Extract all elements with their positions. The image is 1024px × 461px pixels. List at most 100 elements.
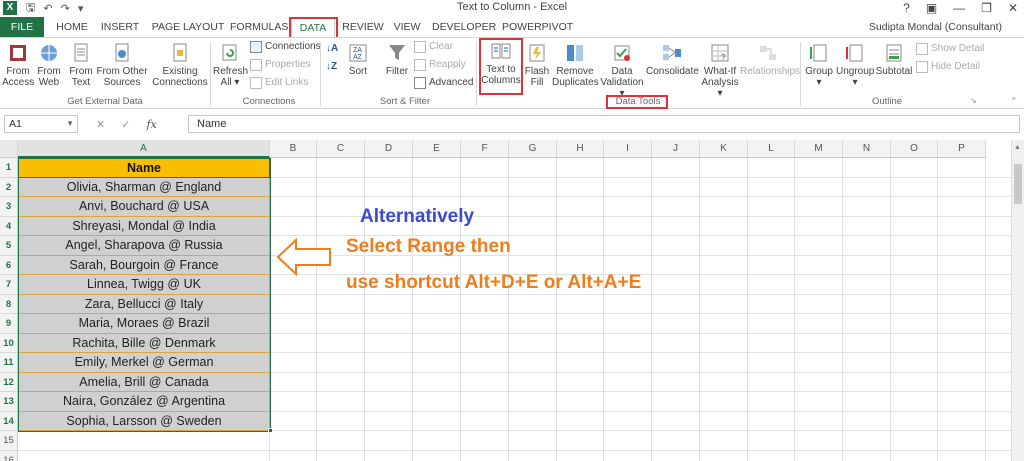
cell-a7[interactable]: Linnea, Twigg @ UK — [18, 275, 270, 295]
name-box-dropdown-icon[interactable]: ▼ — [66, 116, 74, 132]
filter-button[interactable]: Filter — [382, 42, 412, 77]
row-header-8[interactable]: 8 — [0, 294, 18, 314]
cell-a2[interactable]: Olivia, Sharman @ England — [18, 177, 270, 197]
formula-input[interactable]: Name — [188, 115, 1020, 133]
select-all-corner[interactable] — [0, 140, 18, 158]
column-header-e[interactable]: E — [413, 140, 461, 158]
row-header-15[interactable]: 15 — [0, 431, 18, 451]
row-header-7[interactable]: 7 — [0, 275, 18, 295]
confirm-entry-icon[interactable]: ✓ — [121, 118, 130, 131]
cell-a12[interactable]: Amelia, Brill @ Canada — [18, 372, 270, 392]
subtotal-button[interactable]: Subtotal — [874, 42, 914, 77]
insert-function-icon[interactable]: fx — [146, 118, 156, 131]
cell-a10[interactable]: Rachita, Bille @ Denmark — [18, 333, 270, 353]
tab-file[interactable]: FILE — [0, 17, 44, 37]
connections-button[interactable]: Connections — [250, 40, 321, 54]
column-header-c[interactable]: C — [317, 140, 365, 158]
clear-button[interactable]: Clear — [414, 40, 453, 54]
column-header-n[interactable]: N — [843, 140, 891, 158]
collapse-ribbon-icon[interactable]: ⌃ — [1010, 96, 1018, 107]
row-header-9[interactable]: 9 — [0, 314, 18, 334]
refresh-all-button[interactable]: Refresh All ▾ — [213, 42, 248, 88]
cell-a8[interactable]: Zara, Bellucci @ Italy — [18, 294, 270, 314]
vertical-scrollbar[interactable]: ▲ — [1011, 140, 1024, 461]
reapply-button[interactable]: Reapply — [414, 58, 466, 72]
row-header-1[interactable]: 1 — [0, 158, 18, 178]
cell-a9[interactable]: Maria, Moraes @ Brazil — [18, 314, 270, 334]
data-validation-button[interactable]: Data Validation ▾ — [600, 42, 644, 99]
column-header-g[interactable]: G — [509, 140, 557, 158]
row-header-12[interactable]: 12 — [0, 372, 18, 392]
sort-za-button[interactable]: ↓Z — [326, 60, 337, 74]
sort-az-button[interactable]: ↓A — [326, 42, 338, 56]
cancel-entry-icon[interactable]: ✕ — [96, 118, 105, 131]
tab-formulas[interactable]: FORMULAS — [230, 17, 288, 37]
scroll-up-icon[interactable]: ▲ — [1014, 144, 1021, 151]
tab-insert[interactable]: INSERT — [98, 17, 142, 37]
row-header-3[interactable]: 3 — [0, 197, 18, 217]
row-header-13[interactable]: 13 — [0, 392, 18, 412]
row-header-10[interactable]: 10 — [0, 333, 18, 353]
group-button[interactable]: Group ▾ — [804, 42, 834, 88]
tab-powerpivot[interactable]: POWERPIVOT — [502, 17, 573, 37]
cell-a3[interactable]: Anvi, Bouchard @ USA — [18, 197, 270, 217]
show-detail-button[interactable]: Show Detail — [916, 42, 984, 56]
fill-handle[interactable] — [268, 428, 273, 433]
column-header-j[interactable]: J — [652, 140, 700, 158]
column-header-i[interactable]: I — [604, 140, 652, 158]
row-header-16[interactable]: 16 — [0, 450, 18, 461]
column-header-h[interactable]: H — [557, 140, 604, 158]
from-access-button[interactable]: From Access — [2, 42, 34, 88]
user-account[interactable]: Sudipta Mondal (Consultant) — [869, 17, 1002, 37]
row-header-11[interactable]: 11 — [0, 353, 18, 373]
tab-view[interactable]: VIEW — [390, 17, 424, 37]
column-header-l[interactable]: L — [748, 140, 795, 158]
cell-a11[interactable]: Emily, Merkel @ German — [18, 353, 270, 373]
properties-button[interactable]: Properties — [250, 58, 311, 72]
existing-connections-button[interactable]: Existing Connections — [152, 42, 208, 88]
ribbon-display-icon[interactable]: ▣ — [926, 1, 937, 15]
tab-review[interactable]: REVIEW — [342, 17, 384, 37]
header-cell-name[interactable]: Name — [18, 158, 270, 178]
hide-detail-button[interactable]: Hide Detail — [916, 60, 980, 74]
column-header-k[interactable]: K — [700, 140, 748, 158]
what-if-analysis-button[interactable]: ? What-If Analysis ▾ — [700, 42, 740, 99]
from-other-sources-button[interactable]: From Other Sources — [96, 42, 148, 88]
from-text-button[interactable]: From Text — [66, 42, 96, 88]
worksheet-grid[interactable]: A B C D E F G H I J K L M N O P 1 Name 2 Olivia, Sharman @ … — [0, 140, 1024, 461]
column-header-o[interactable]: O — [891, 140, 938, 158]
tab-developer[interactable]: DEVELOPER — [432, 17, 496, 37]
column-header-d[interactable]: D — [365, 140, 413, 158]
row-header-14[interactable]: 14 — [0, 411, 18, 431]
cell-a4[interactable]: Shreyasi, Mondal @ India — [18, 216, 270, 236]
tab-home[interactable]: HOME — [52, 17, 92, 37]
relationships-button[interactable]: Relationships — [740, 42, 800, 77]
tab-page-layout[interactable]: PAGE LAYOUT — [150, 17, 226, 37]
remove-duplicates-button[interactable]: Remove Duplicates — [552, 42, 599, 88]
row-header-2[interactable]: 2 — [0, 177, 18, 197]
from-web-button[interactable]: From Web — [34, 42, 64, 88]
ungroup-button[interactable]: Ungroup ▾ — [836, 42, 874, 88]
column-header-f[interactable]: F — [461, 140, 509, 158]
column-header-b[interactable]: B — [270, 140, 317, 158]
cell-a6[interactable]: Sarah, Bourgoin @ France — [18, 255, 270, 275]
cell-a14[interactable]: Sophia, Larsson @ Sweden — [18, 411, 270, 431]
flash-fill-button[interactable]: Flash Fill — [524, 42, 550, 88]
cell-a5[interactable]: Angel, Sharapova @ Russia — [18, 236, 270, 256]
restore-icon[interactable]: ❐ — [981, 1, 992, 15]
row-header-4[interactable]: 4 — [0, 216, 18, 236]
row-header-5[interactable]: 5 — [0, 236, 18, 256]
consolidate-button[interactable]: Consolidate — [646, 42, 699, 77]
edit-links-button[interactable]: Edit Links — [250, 76, 308, 90]
close-icon[interactable]: ✕ — [1008, 1, 1018, 15]
column-header-p[interactable]: P — [938, 140, 986, 158]
name-box[interactable]: A1 ▼ — [4, 115, 78, 133]
dialog-launcher-icon[interactable]: ↘ — [970, 96, 977, 105]
row-header-6[interactable]: 6 — [0, 255, 18, 275]
cell-a13[interactable]: Naira, González @ Argentina — [18, 392, 270, 412]
advanced-button[interactable]: Advanced — [414, 76, 473, 90]
sort-button[interactable]: ZA AZ Sort — [344, 42, 372, 77]
help-icon[interactable]: ? — [903, 1, 910, 15]
minimize-icon[interactable]: — — [953, 1, 965, 15]
column-header-m[interactable]: M — [795, 140, 843, 158]
